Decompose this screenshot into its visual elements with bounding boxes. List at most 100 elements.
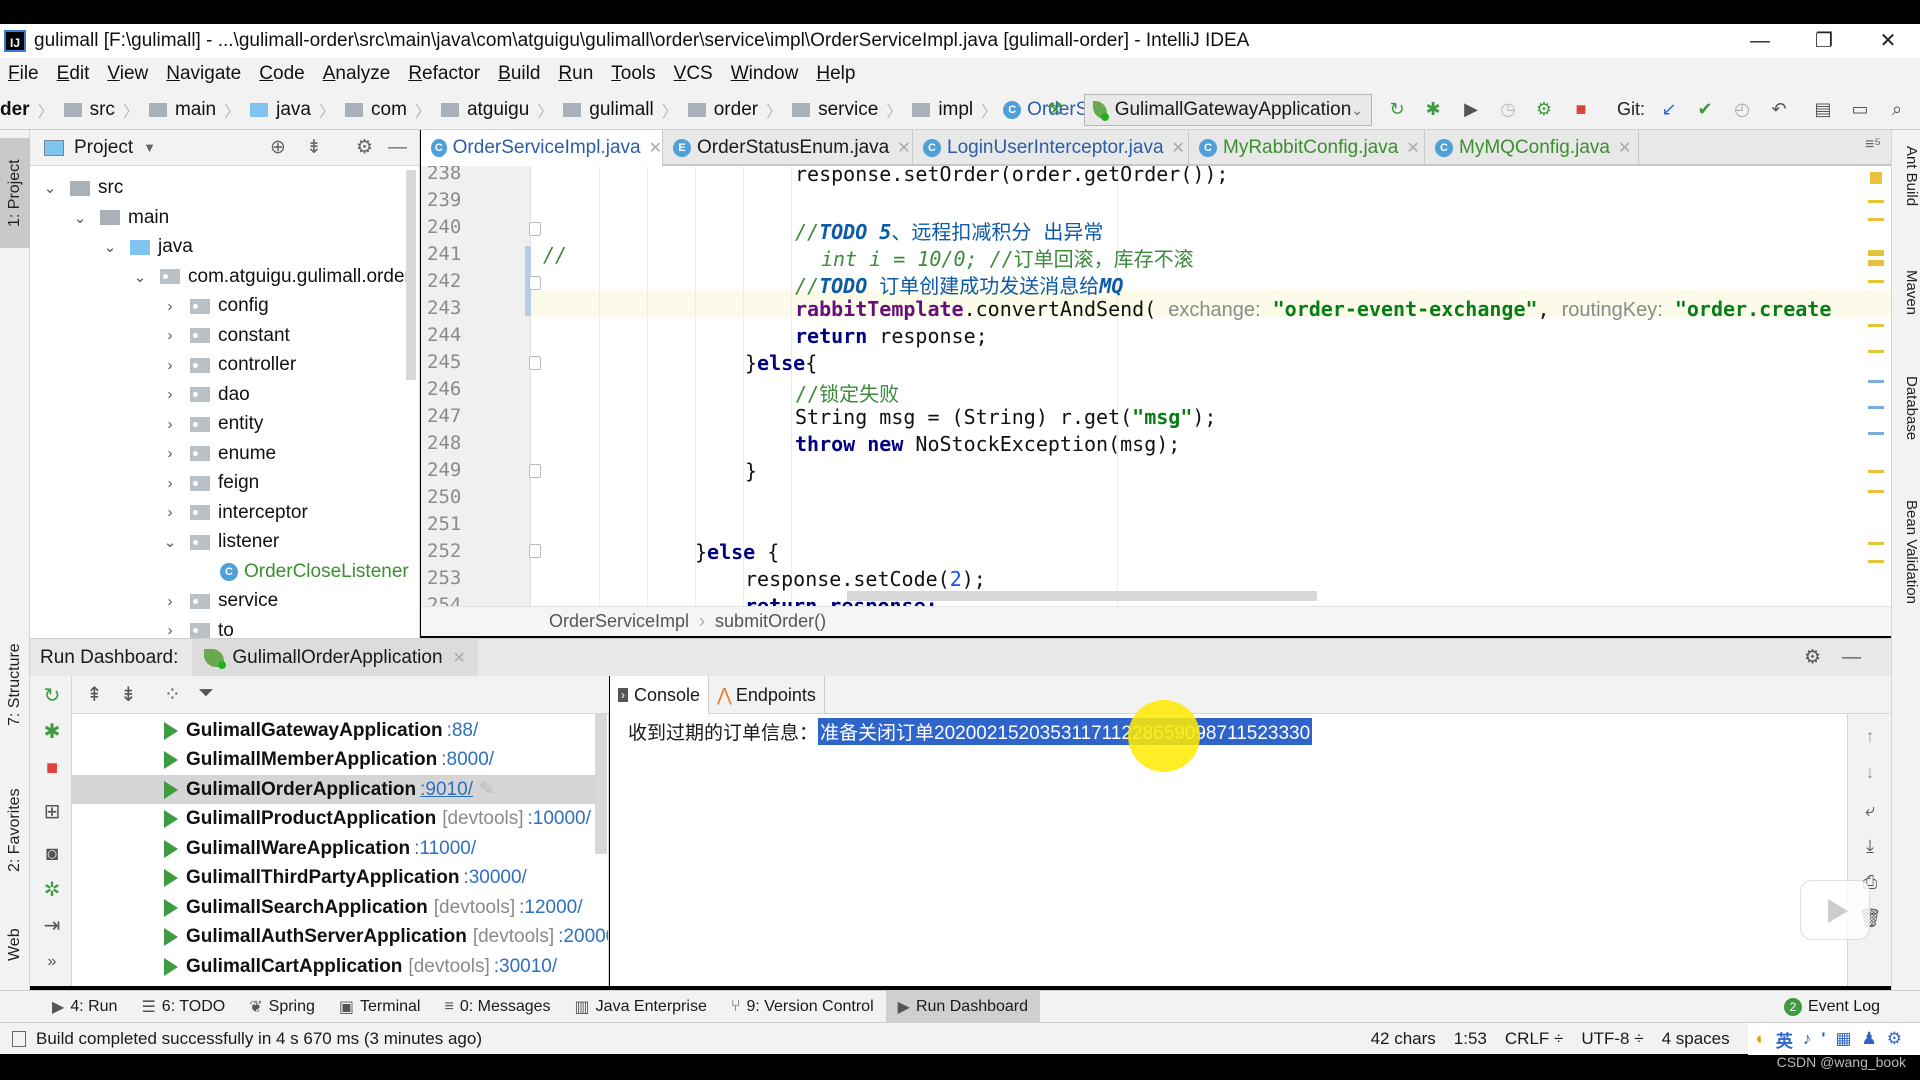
more-icon[interactable]: » xyxy=(40,950,64,974)
locate-icon[interactable]: ⊕ xyxy=(270,136,286,159)
tool-tab-maven[interactable]: Maven xyxy=(1894,270,1920,340)
menu-file[interactable]: File xyxy=(8,63,39,85)
tool-tab-java-enterprise[interactable]: ▥ Java Enterprise xyxy=(563,991,719,1023)
breadcrumb-method[interactable]: submitOrder() xyxy=(715,611,826,632)
edit-icon[interactable]: ✎ xyxy=(479,778,495,801)
close-tab-icon[interactable]: ✕ xyxy=(1172,138,1185,158)
minimize-button[interactable]: — xyxy=(1728,24,1792,58)
breadcrumb-main[interactable]: main 〉 xyxy=(145,98,240,122)
hide-panel-icon[interactable]: — xyxy=(1842,647,1861,669)
tree-item[interactable]: ⌄ listener xyxy=(160,528,280,556)
tree-item[interactable]: ⌄ java xyxy=(100,233,193,261)
tool-tab-ant-build[interactable]: Ant Build xyxy=(1894,146,1920,236)
menu-vcs[interactable]: VCS xyxy=(674,63,713,85)
ime-toolbar[interactable]: ◐ 英 ♪ ' ▦ ♟ ⚙ xyxy=(1747,1023,1920,1055)
tool-tab-favorites[interactable]: 2: Favorites xyxy=(0,770,30,890)
service-item[interactable]: GulimallAuthServerApplication [devtools]:… xyxy=(72,923,608,952)
project-view-select[interactable]: Project xyxy=(74,137,133,159)
fold-icon[interactable] xyxy=(529,544,541,558)
tab-console[interactable]: › Console xyxy=(610,676,710,714)
hide-panel-icon[interactable]: — xyxy=(388,137,407,159)
code-editor[interactable]: 238 239 240 241 242 243 244 245 246 247 248 249 250 2… xyxy=(421,166,1891,606)
ime-user-icon[interactable]: ♟ xyxy=(1862,1029,1877,1049)
tool-tab-todo[interactable]: ☰ 6: TODO xyxy=(129,991,237,1023)
run-with-coverage-icon[interactable]: ▶ xyxy=(1460,98,1482,120)
service-item[interactable]: GulimallCartApplication [devtools]:30010/ xyxy=(72,952,602,981)
tab-endpoints[interactable]: ⋀ Endpoints xyxy=(709,676,825,714)
menu-edit[interactable]: Edit xyxy=(57,63,90,85)
close-tab-icon[interactable]: ✕ xyxy=(1618,138,1631,158)
chevron-right-icon[interactable]: › xyxy=(160,298,180,315)
chevron-right-icon[interactable]: › xyxy=(160,327,180,344)
presentation-icon[interactable]: ▭ xyxy=(1849,98,1871,120)
service-item[interactable]: GulimallMemberApplication:8000/ xyxy=(72,746,602,775)
menu-help[interactable]: Help xyxy=(816,63,855,85)
build-hammer-icon[interactable]: ⚒ xyxy=(1044,98,1066,120)
tool-tab-terminal[interactable]: ▣ Terminal xyxy=(327,991,433,1023)
chevron-down-icon[interactable]: ⌄ xyxy=(40,179,60,197)
tree-item[interactable]: › enume xyxy=(160,440,277,468)
service-item[interactable]: GulimallOrderApplication:9010/ ✎ xyxy=(72,775,602,804)
service-item[interactable]: GulimallGatewayApplication:88/ xyxy=(72,716,602,745)
tool-tab-version-control[interactable]: ⑂ 9: Version Control xyxy=(719,991,886,1023)
video-play-overlay-icon[interactable] xyxy=(1800,880,1870,940)
ime-language[interactable]: 英 xyxy=(1776,1027,1793,1052)
scroll-to-end-icon[interactable]: ⤓ xyxy=(1858,836,1882,857)
service-item[interactable]: GulimallWareApplication:11000/ xyxy=(72,834,602,863)
ime-settings-icon[interactable]: ⚙ xyxy=(1887,1029,1902,1049)
service-port-link[interactable]: :30010/ xyxy=(494,956,557,978)
service-item[interactable]: GulimallSearchApplication [devtools]:1200… xyxy=(72,893,602,922)
menu-refactor[interactable]: Refactor xyxy=(408,63,480,85)
line-separator[interactable]: CRLF ÷ xyxy=(1505,1029,1563,1049)
tree-item[interactable]: C OrderCloseListener xyxy=(190,558,409,586)
chevron-right-icon[interactable]: › xyxy=(160,622,180,639)
inspection-status-icon[interactable] xyxy=(1870,172,1882,184)
fold-icon[interactable] xyxy=(529,222,541,236)
tool-tab-web[interactable]: Web xyxy=(0,910,30,980)
service-port-link[interactable]: :8000/ xyxy=(441,749,494,771)
event-log-button[interactable]: 2 Event Log xyxy=(1783,991,1880,1023)
search-everywhere-icon[interactable]: ⌕ xyxy=(1886,98,1908,120)
breadcrumb-com[interactable]: com 〉 xyxy=(341,98,431,122)
chevron-right-icon[interactable]: › xyxy=(160,475,180,492)
chevron-down-icon[interactable]: ⌄ xyxy=(130,268,150,286)
rerun-icon[interactable]: ↻ xyxy=(40,684,64,708)
close-button[interactable]: ✕ xyxy=(1856,24,1920,58)
fold-icon[interactable] xyxy=(529,356,541,370)
tool-tab-structure[interactable]: 7: Structure xyxy=(0,630,30,740)
chevron-down-icon[interactable]: ▼ xyxy=(143,140,156,155)
filter-icon[interactable]: ⏷ xyxy=(198,682,214,705)
tool-tab-database[interactable]: Database xyxy=(1894,376,1920,476)
chevron-right-icon[interactable]: › xyxy=(160,386,180,403)
breadcrumb-service[interactable]: service 〉 xyxy=(788,98,902,122)
tree-item[interactable]: › feign xyxy=(160,469,260,497)
editor-horizontal-scrollbar[interactable] xyxy=(847,591,1317,601)
fold-icon[interactable] xyxy=(529,276,541,290)
tool-tab-run-dashboard[interactable]: ▶ Run Dashboard xyxy=(885,990,1041,1023)
tab-orderstatusenum[interactable]: E OrderStatusEnum.java ✕ xyxy=(663,130,913,166)
service-port-link[interactable]: :11000/ xyxy=(414,838,476,860)
tree-item[interactable]: › constant xyxy=(160,322,290,350)
stop-icon[interactable]: ■ xyxy=(1570,98,1592,120)
scroll-down-icon[interactable]: ↓ xyxy=(1858,762,1882,783)
tree-item[interactable]: › controller xyxy=(160,351,297,379)
group-by-icon[interactable]: ⁘ xyxy=(164,682,181,707)
chevron-down-icon[interactable]: ⌄ xyxy=(70,209,90,227)
caret-position[interactable]: 1:53 xyxy=(1454,1029,1487,1049)
breadcrumb-java[interactable]: java 〉 xyxy=(246,98,335,122)
debug-icon[interactable]: ✱ xyxy=(40,720,64,744)
project-structure-icon[interactable]: ▤ xyxy=(1812,98,1834,120)
service-port-link[interactable]: :9010/ xyxy=(420,779,473,801)
service-item[interactable]: GulimallProductApplication [devtools]:100… xyxy=(72,805,602,834)
tree-item[interactable]: ⌄ main xyxy=(70,204,169,232)
chevron-right-icon[interactable]: › xyxy=(160,416,180,433)
breadcrumb-gulimall[interactable]: gulimall 〉 xyxy=(559,98,678,122)
breadcrumb-order[interactable]: order 〉 xyxy=(684,98,782,122)
service-port-link[interactable]: :20000/ xyxy=(558,926,608,948)
menu-tools[interactable]: Tools xyxy=(611,63,655,85)
ime-keyboard-icon[interactable]: ▦ xyxy=(1835,1029,1851,1049)
tree-item[interactable]: › interceptor xyxy=(160,499,308,527)
group-icon[interactable]: ⊞ xyxy=(40,800,64,824)
git-update-icon[interactable]: ↙ xyxy=(1658,98,1680,120)
collapse-all-icon[interactable]: ⇟ xyxy=(120,682,137,707)
